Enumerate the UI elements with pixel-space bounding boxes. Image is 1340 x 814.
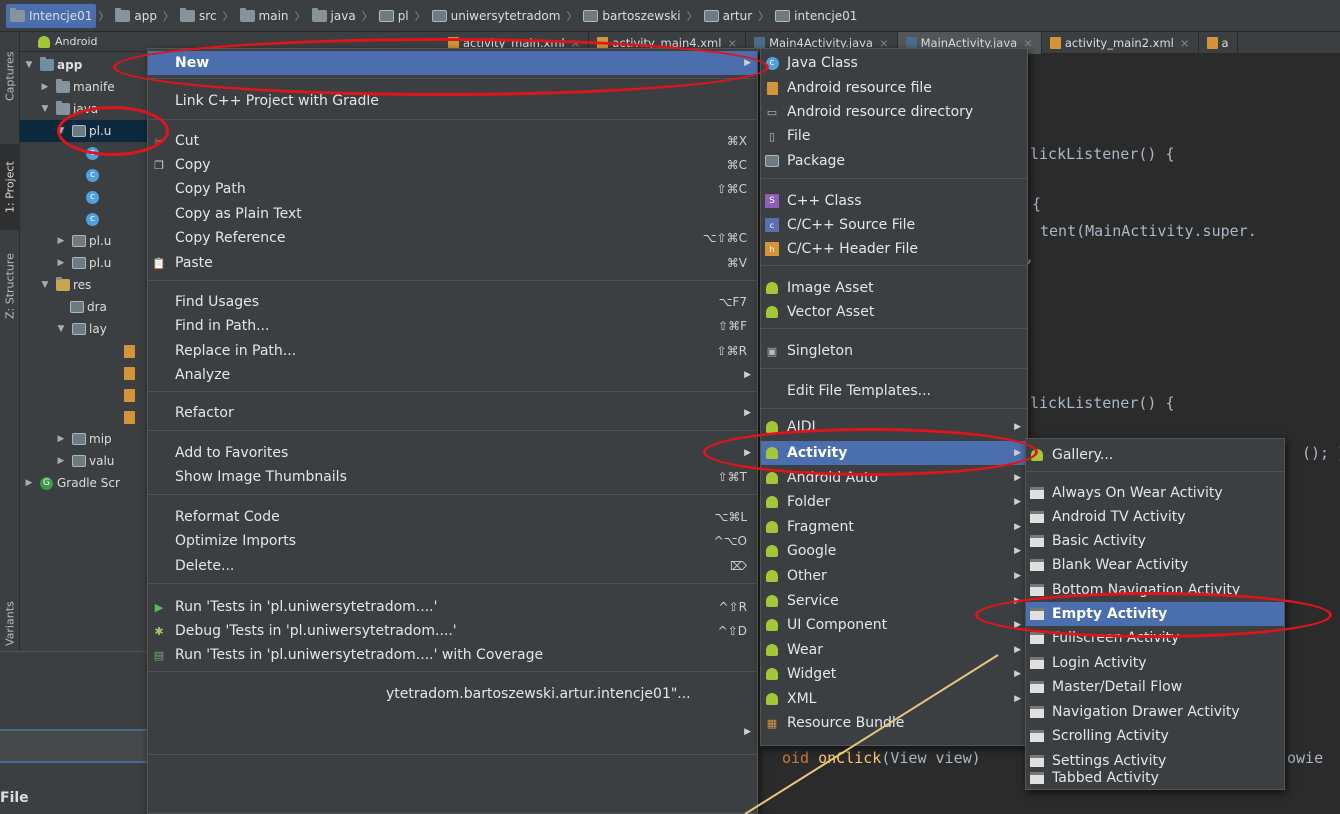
callout-line-overlay <box>744 654 999 814</box>
callout-line <box>744 654 999 814</box>
